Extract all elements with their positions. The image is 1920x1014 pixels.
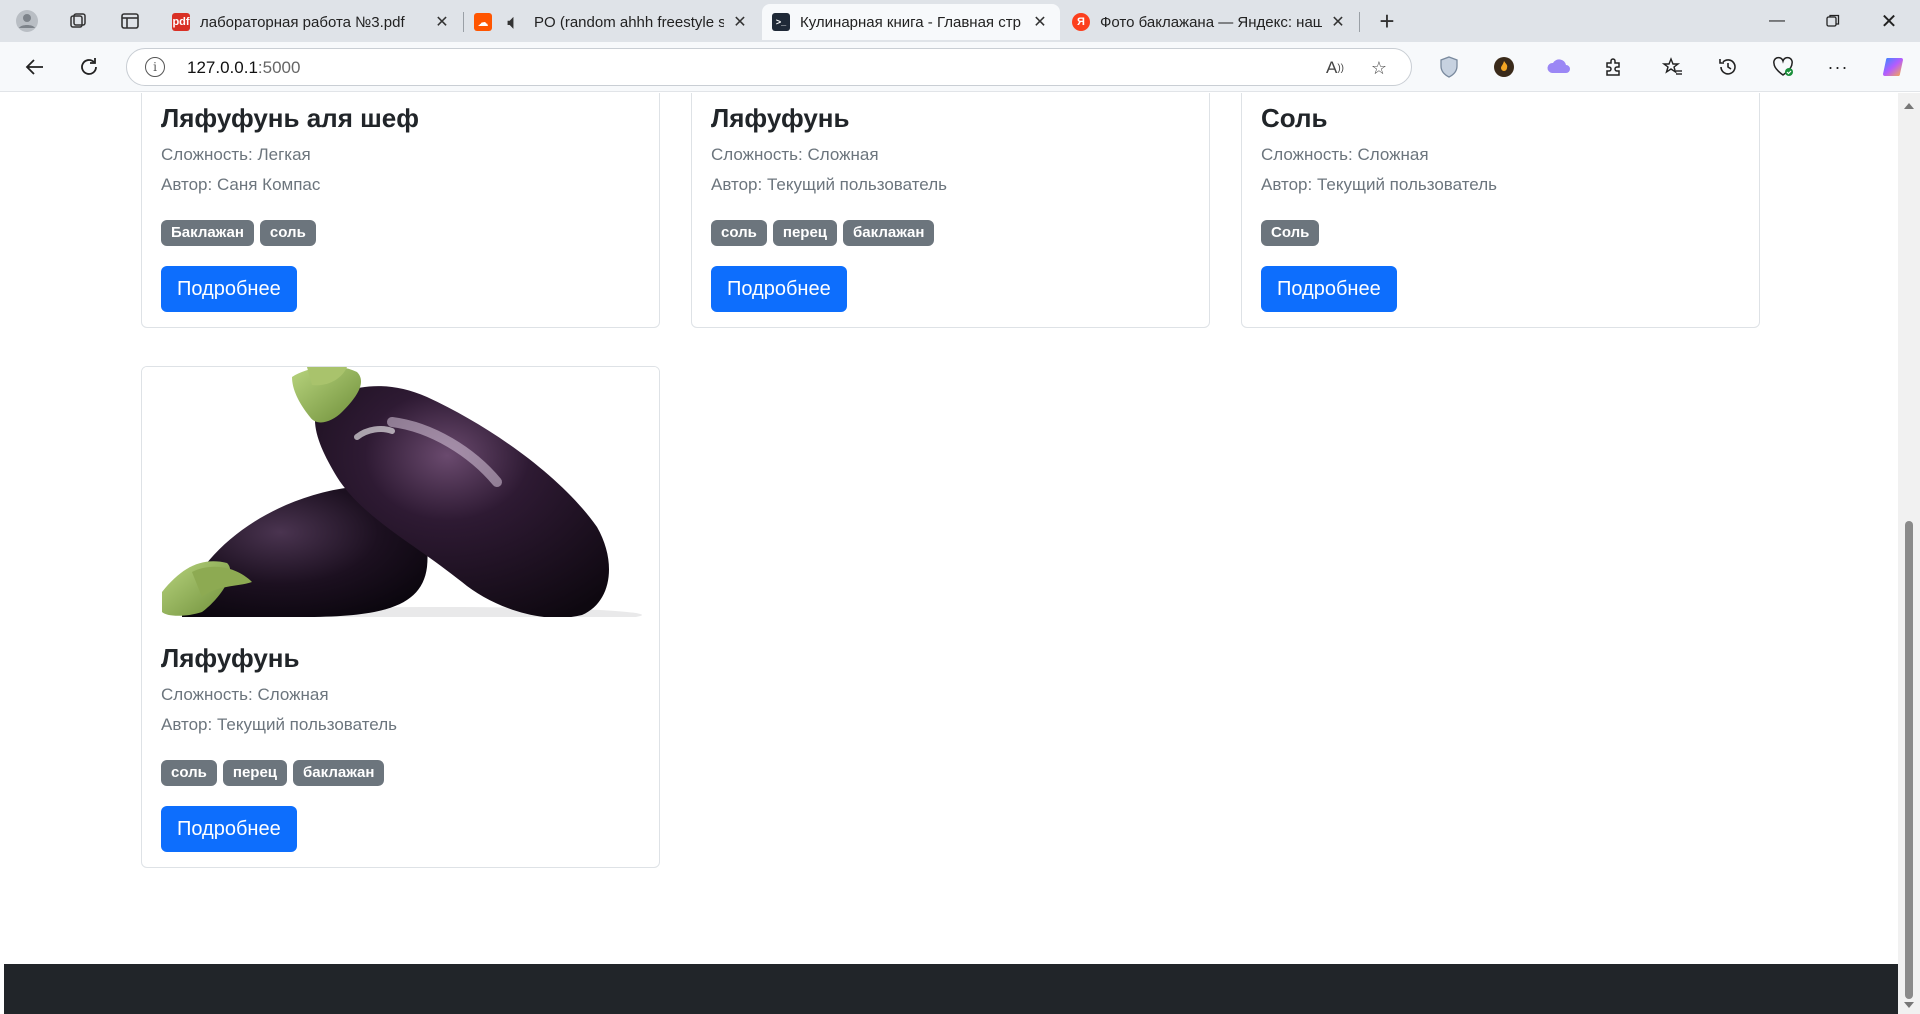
address-toolbar: i 127.0.0.1:5000 A)) ☆ ··· — [0, 42, 1920, 92]
back-icon[interactable] — [18, 51, 52, 83]
details-button[interactable]: Подробнее — [1261, 266, 1397, 312]
soundcloud-icon: ☁ — [474, 13, 492, 31]
tag-badge: соль — [259, 220, 316, 246]
recipe-title: Соль — [1261, 103, 1328, 133]
yandex-icon: Я — [1072, 13, 1090, 31]
recipe-author: Автор: Текущий пользователь — [1261, 175, 1497, 194]
restore-icon[interactable] — [1810, 0, 1856, 42]
recipe-title: Ляфуфунь — [711, 103, 850, 133]
page-footer — [4, 964, 1898, 1014]
tag-badge: баклажан — [293, 760, 385, 786]
recipe-difficulty: Сложность: Легкая — [161, 145, 311, 164]
pdf-icon: pdf — [172, 13, 190, 31]
recipe-image — [142, 367, 659, 623]
tab-title: Фото баклажана — Яндекс: наш — [1100, 13, 1322, 31]
refresh-icon[interactable] — [72, 51, 106, 83]
scrollbar-thumb[interactable] — [1905, 521, 1913, 999]
recipe-author: Автор: Текущий пользователь — [711, 175, 947, 194]
tag-list: Соль — [1261, 220, 1740, 246]
profile-icon[interactable] — [10, 6, 44, 36]
close-icon[interactable]: ✕ — [730, 12, 750, 32]
browser-window: pdf лабораторная работа №3.pdf ✕ ☁ 🔈︎ PO… — [0, 0, 1920, 1014]
recipe-card: Ляфуфунь аля шеф Сложность: Легкая Автор… — [141, 93, 660, 328]
tag-badge: Соль — [1261, 220, 1320, 246]
tab-title: Кулинарная книга - Главная стр — [800, 13, 1021, 31]
recipe-difficulty: Сложность: Сложная — [711, 145, 879, 164]
more-menu-icon[interactable]: ··· — [1821, 51, 1855, 83]
details-button[interactable]: Подробнее — [161, 806, 297, 852]
details-button[interactable]: Подробнее — [711, 266, 847, 312]
tag-badge: перец — [772, 220, 838, 246]
history-icon[interactable] — [1711, 51, 1745, 83]
page-scrollbar[interactable] — [1898, 93, 1920, 1014]
tab-yandex[interactable]: Я Фото баклажана — Яндекс: наш ✕ — [1062, 4, 1358, 40]
scroll-down-icon[interactable] — [1904, 1002, 1914, 1008]
recipe-title: Ляфуфунь аля шеф — [161, 103, 419, 133]
tag-badge: перец — [222, 760, 288, 786]
recipe-difficulty: Сложность: Сложная — [1261, 145, 1429, 164]
address-bar[interactable]: i 127.0.0.1:5000 A)) ☆ — [126, 48, 1412, 86]
tab-title: PO (random ahhh freestyle st — [534, 13, 724, 31]
recipe-author: Автор: Текущий пользователь — [161, 715, 397, 734]
tag-badge: соль — [711, 220, 767, 246]
recipe-card: Ляфуфунь Сложность: Сложная Автор: Текущ… — [141, 366, 660, 868]
shield-icon[interactable] — [1432, 51, 1466, 83]
page-viewport: Ляфуфунь аля шеф Сложность: Легкая Автор… — [0, 93, 1898, 1014]
browser-essentials-icon[interactable] — [1766, 51, 1800, 83]
tab-pdf[interactable]: pdf лабораторная работа №3.pdf ✕ — [162, 4, 462, 40]
extension-cloud-icon[interactable] — [1542, 51, 1576, 83]
extension-fire-icon[interactable] — [1487, 51, 1521, 83]
recipe-card: Ляфуфунь Сложность: Сложная Автор: Текущ… — [691, 93, 1210, 328]
tag-badge: Баклажан — [161, 220, 254, 246]
copilot-icon[interactable] — [1876, 51, 1910, 83]
tab-title: лабораторная работа №3.pdf — [200, 13, 405, 31]
tag-list: Баклажан соль — [161, 220, 640, 246]
speaker-icon[interactable]: 🔈︎ — [502, 12, 524, 32]
recipe-title: Ляфуфунь — [161, 643, 300, 673]
details-button[interactable]: Подробнее — [161, 266, 297, 312]
close-icon[interactable]: ✕ — [1030, 12, 1050, 32]
workspaces-icon[interactable] — [61, 6, 95, 36]
close-icon[interactable]: ✕ — [432, 12, 452, 32]
tab-soundcloud[interactable]: ☁ 🔈︎ PO (random ahhh freestyle st ✕ — [464, 4, 760, 40]
new-tab-icon[interactable]: + — [1370, 6, 1404, 36]
tab-cookbook[interactable]: >_ Кулинарная книга - Главная стр ✕ — [762, 4, 1060, 40]
extensions-puzzle-icon[interactable] — [1597, 51, 1631, 83]
close-icon[interactable]: ✕ — [1328, 12, 1348, 32]
terminal-icon: >_ — [772, 13, 790, 31]
tag-badge: соль — [161, 760, 217, 786]
close-window-icon[interactable]: ✕ — [1866, 0, 1912, 42]
favorite-star-icon[interactable]: ☆ — [1367, 56, 1391, 80]
minimize-icon[interactable]: — — [1754, 0, 1800, 42]
recipe-card: Соль Сложность: Сложная Автор: Текущий п… — [1241, 93, 1760, 328]
tag-badge: баклажан — [843, 220, 935, 246]
recipe-author: Автор: Саня Компас — [161, 175, 321, 194]
tag-list: соль перец баклажан — [711, 220, 1190, 246]
scroll-up-icon[interactable] — [1904, 103, 1914, 109]
favorites-icon[interactable] — [1656, 51, 1690, 83]
vertical-tabs-icon[interactable] — [113, 6, 147, 36]
tag-list: соль перец баклажан — [161, 760, 640, 786]
read-aloud-icon[interactable]: A)) — [1323, 56, 1347, 80]
recipe-difficulty: Сложность: Сложная — [161, 685, 329, 704]
tab-strip: pdf лабораторная работа №3.pdf ✕ ☁ 🔈︎ PO… — [0, 0, 1920, 42]
url-text: 127.0.0.1:5000 — [187, 58, 301, 77]
site-info-icon[interactable]: i — [145, 57, 165, 77]
